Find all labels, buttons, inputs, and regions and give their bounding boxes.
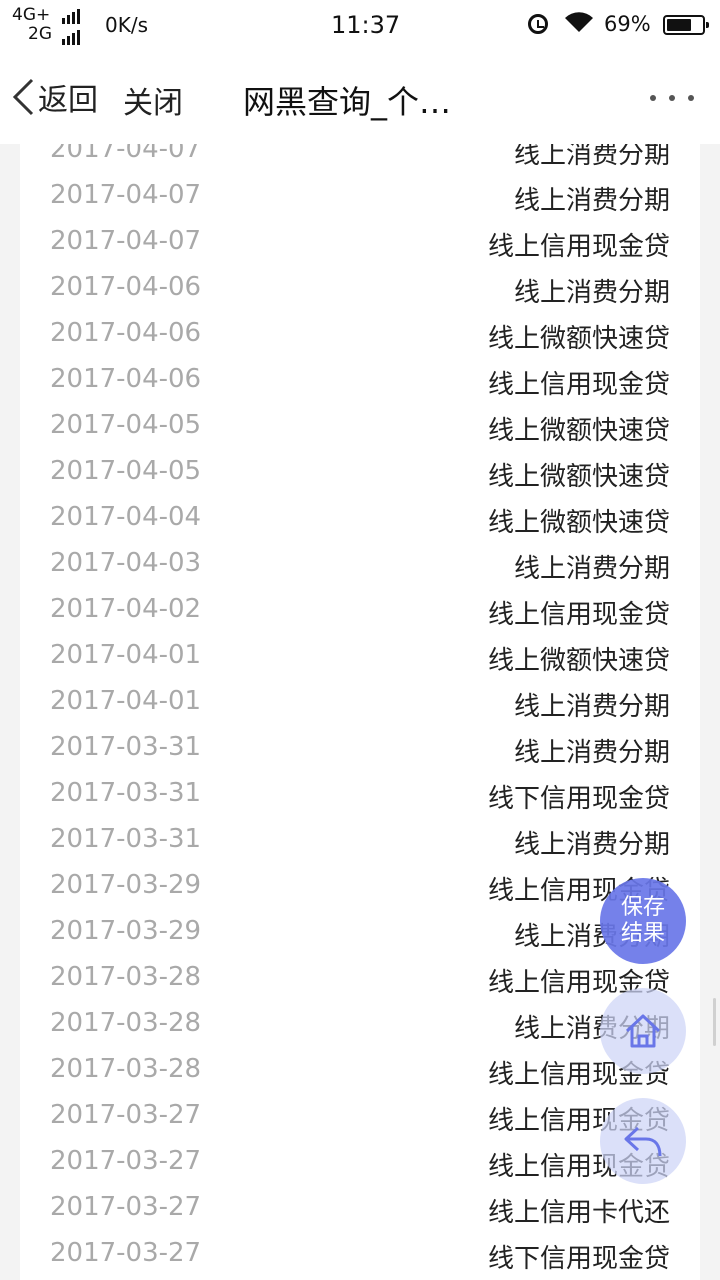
undo-button[interactable] <box>600 1098 686 1184</box>
record-date: 2017-03-31 <box>50 778 202 808</box>
record-date: 2017-03-28 <box>50 1008 202 1038</box>
list-item: 2017-04-04 线上微额快速贷 <box>20 495 700 541</box>
page-title: 网黑查询_个… <box>243 83 452 121</box>
record-date: 2017-03-28 <box>50 1054 202 1084</box>
record-type: 线上微额快速贷 <box>487 324 670 354</box>
list-item: 2017-04-06 线上微额快速贷 <box>20 311 700 357</box>
record-list-card: 2017-04-07 线上消费分期 2017-04-07 线上消费分期 2017-04-… <box>20 144 700 1280</box>
record-type: 线上消费分期 <box>513 554 670 584</box>
list-item: 2017-04-01 线上微额快速贷 <box>20 633 700 679</box>
status-time: 11:37 <box>331 11 401 39</box>
network-4g-label: 4G+ <box>12 5 51 25</box>
record-date: 2017-04-01 <box>50 640 202 670</box>
record-date: 2017-04-05 <box>50 456 202 486</box>
home-icon <box>625 1014 661 1048</box>
record-date: 2017-03-29 <box>50 916 202 946</box>
record-type: 线上消费分期 <box>513 738 670 768</box>
record-type: 线上信用现金贷 <box>487 232 670 262</box>
record-type: 线下信用现金贷 <box>487 784 670 814</box>
record-date: 2017-03-31 <box>50 824 202 854</box>
close-button[interactable]: 关闭 <box>123 78 183 122</box>
record-date: 2017-04-07 <box>50 144 202 164</box>
record-type: 线上信用现金贷 <box>487 370 670 400</box>
signal-icon <box>62 30 80 45</box>
save-result-button[interactable]: 保存 结果 <box>600 878 686 964</box>
list-item: 2017-03-27 线上信用卡代还 <box>20 1185 700 1231</box>
network-indicator: 4G+ 2G <box>12 6 52 44</box>
alarm-icon <box>528 14 548 34</box>
battery-icon <box>663 15 709 35</box>
list-item: 2017-04-02 线上信用现金贷 <box>20 587 700 633</box>
record-date: 2017-04-02 <box>50 594 202 624</box>
back-button[interactable]: 返回 <box>10 74 98 120</box>
wifi-icon <box>565 12 593 32</box>
list-item: 2017-04-06 线上消费分期 <box>20 265 700 311</box>
undo-icon <box>624 1126 662 1157</box>
record-type: 线上消费分期 <box>513 186 670 216</box>
record-date: 2017-04-06 <box>50 272 202 302</box>
status-bar: 4G+ 2G 0K/s 11:37 69% <box>0 0 720 50</box>
record-type: 线上微额快速贷 <box>487 508 670 538</box>
home-button[interactable] <box>600 988 686 1074</box>
record-date: 2017-04-07 <box>50 180 202 210</box>
record-type: 线上消费分期 <box>513 278 670 308</box>
save-label-line2: 结果 <box>620 921 665 946</box>
list-item: 2017-03-29 线上信用现金贷 <box>20 863 700 909</box>
network-speed: 0K/s <box>105 13 148 37</box>
network-2g-label: 2G <box>28 24 52 44</box>
signal-icon <box>62 9 80 24</box>
list-item: 2017-04-07 线上信用现金贷 <box>20 219 700 265</box>
list-item: 2017-04-01 线上消费分期 <box>20 679 700 725</box>
list-item: 2017-04-03 线上消费分期 <box>20 541 700 587</box>
record-type: 线上消费分期 <box>513 830 670 860</box>
list-item: 2017-03-29 线上消费分期 <box>20 909 700 955</box>
list-item: 2017-03-27 线上信用现金贷 <box>20 1093 700 1139</box>
record-date: 2017-04-03 <box>50 548 202 578</box>
record-date: 2017-03-31 <box>50 732 202 762</box>
nav-bar: 返回 关闭 网黑查询_个… <box>0 50 720 144</box>
record-type: 线下信用现金贷 <box>487 1244 670 1274</box>
list-item: 2017-03-28 线上信用现金贷 <box>20 1047 700 1093</box>
list-item: 2017-04-05 线上微额快速贷 <box>20 403 700 449</box>
list-item: 2017-03-28 线上信用现金贷 <box>20 955 700 1001</box>
list-item: 2017-03-28 线上消费分期 <box>20 1001 700 1047</box>
record-date: 2017-04-07 <box>50 226 202 256</box>
record-list: 2017-04-07 线上消费分期 2017-04-07 线上消费分期 2017-04-… <box>20 144 700 1277</box>
chevron-left-icon <box>12 78 34 116</box>
record-date: 2017-04-04 <box>50 502 202 532</box>
record-type: 线上信用现金贷 <box>487 600 670 630</box>
record-date: 2017-03-28 <box>50 962 202 992</box>
record-type: 线上消费分期 <box>513 144 670 170</box>
record-type: 线上消费分期 <box>513 692 670 722</box>
list-item: 2017-04-06 线上信用现金贷 <box>20 357 700 403</box>
back-label: 返回 <box>38 83 98 118</box>
record-date: 2017-04-01 <box>50 686 202 716</box>
more-icon[interactable] <box>650 88 694 108</box>
list-item: 2017-03-27 线上信用现金贷 <box>20 1139 700 1185</box>
list-item: 2017-03-31 线下信用现金贷 <box>20 771 700 817</box>
scroll-indicator <box>713 998 716 1046</box>
record-date: 2017-04-06 <box>50 318 202 348</box>
record-date: 2017-03-27 <box>50 1192 202 1222</box>
battery-percent: 69% <box>604 12 651 36</box>
list-item: 2017-04-05 线上微额快速贷 <box>20 449 700 495</box>
save-label-line1: 保存 <box>620 895 665 920</box>
list-item: 2017-03-27 线下信用现金贷 <box>20 1231 700 1277</box>
record-type: 线上微额快速贷 <box>487 416 670 446</box>
record-type: 线上微额快速贷 <box>487 646 670 676</box>
record-date: 2017-04-06 <box>50 364 202 394</box>
record-date: 2017-03-27 <box>50 1100 202 1130</box>
list-item: 2017-04-07 线上消费分期 <box>20 173 700 219</box>
record-type: 线上微额快速贷 <box>487 462 670 492</box>
record-type: 线上信用卡代还 <box>487 1198 670 1228</box>
record-date: 2017-03-27 <box>50 1238 202 1268</box>
list-item: 2017-03-31 线上消费分期 <box>20 725 700 771</box>
record-date: 2017-03-29 <box>50 870 202 900</box>
list-item: 2017-03-31 线上消费分期 <box>20 817 700 863</box>
list-item: 2017-04-07 线上消费分期 <box>20 144 700 173</box>
record-date: 2017-04-05 <box>50 410 202 440</box>
record-date: 2017-03-27 <box>50 1146 202 1176</box>
